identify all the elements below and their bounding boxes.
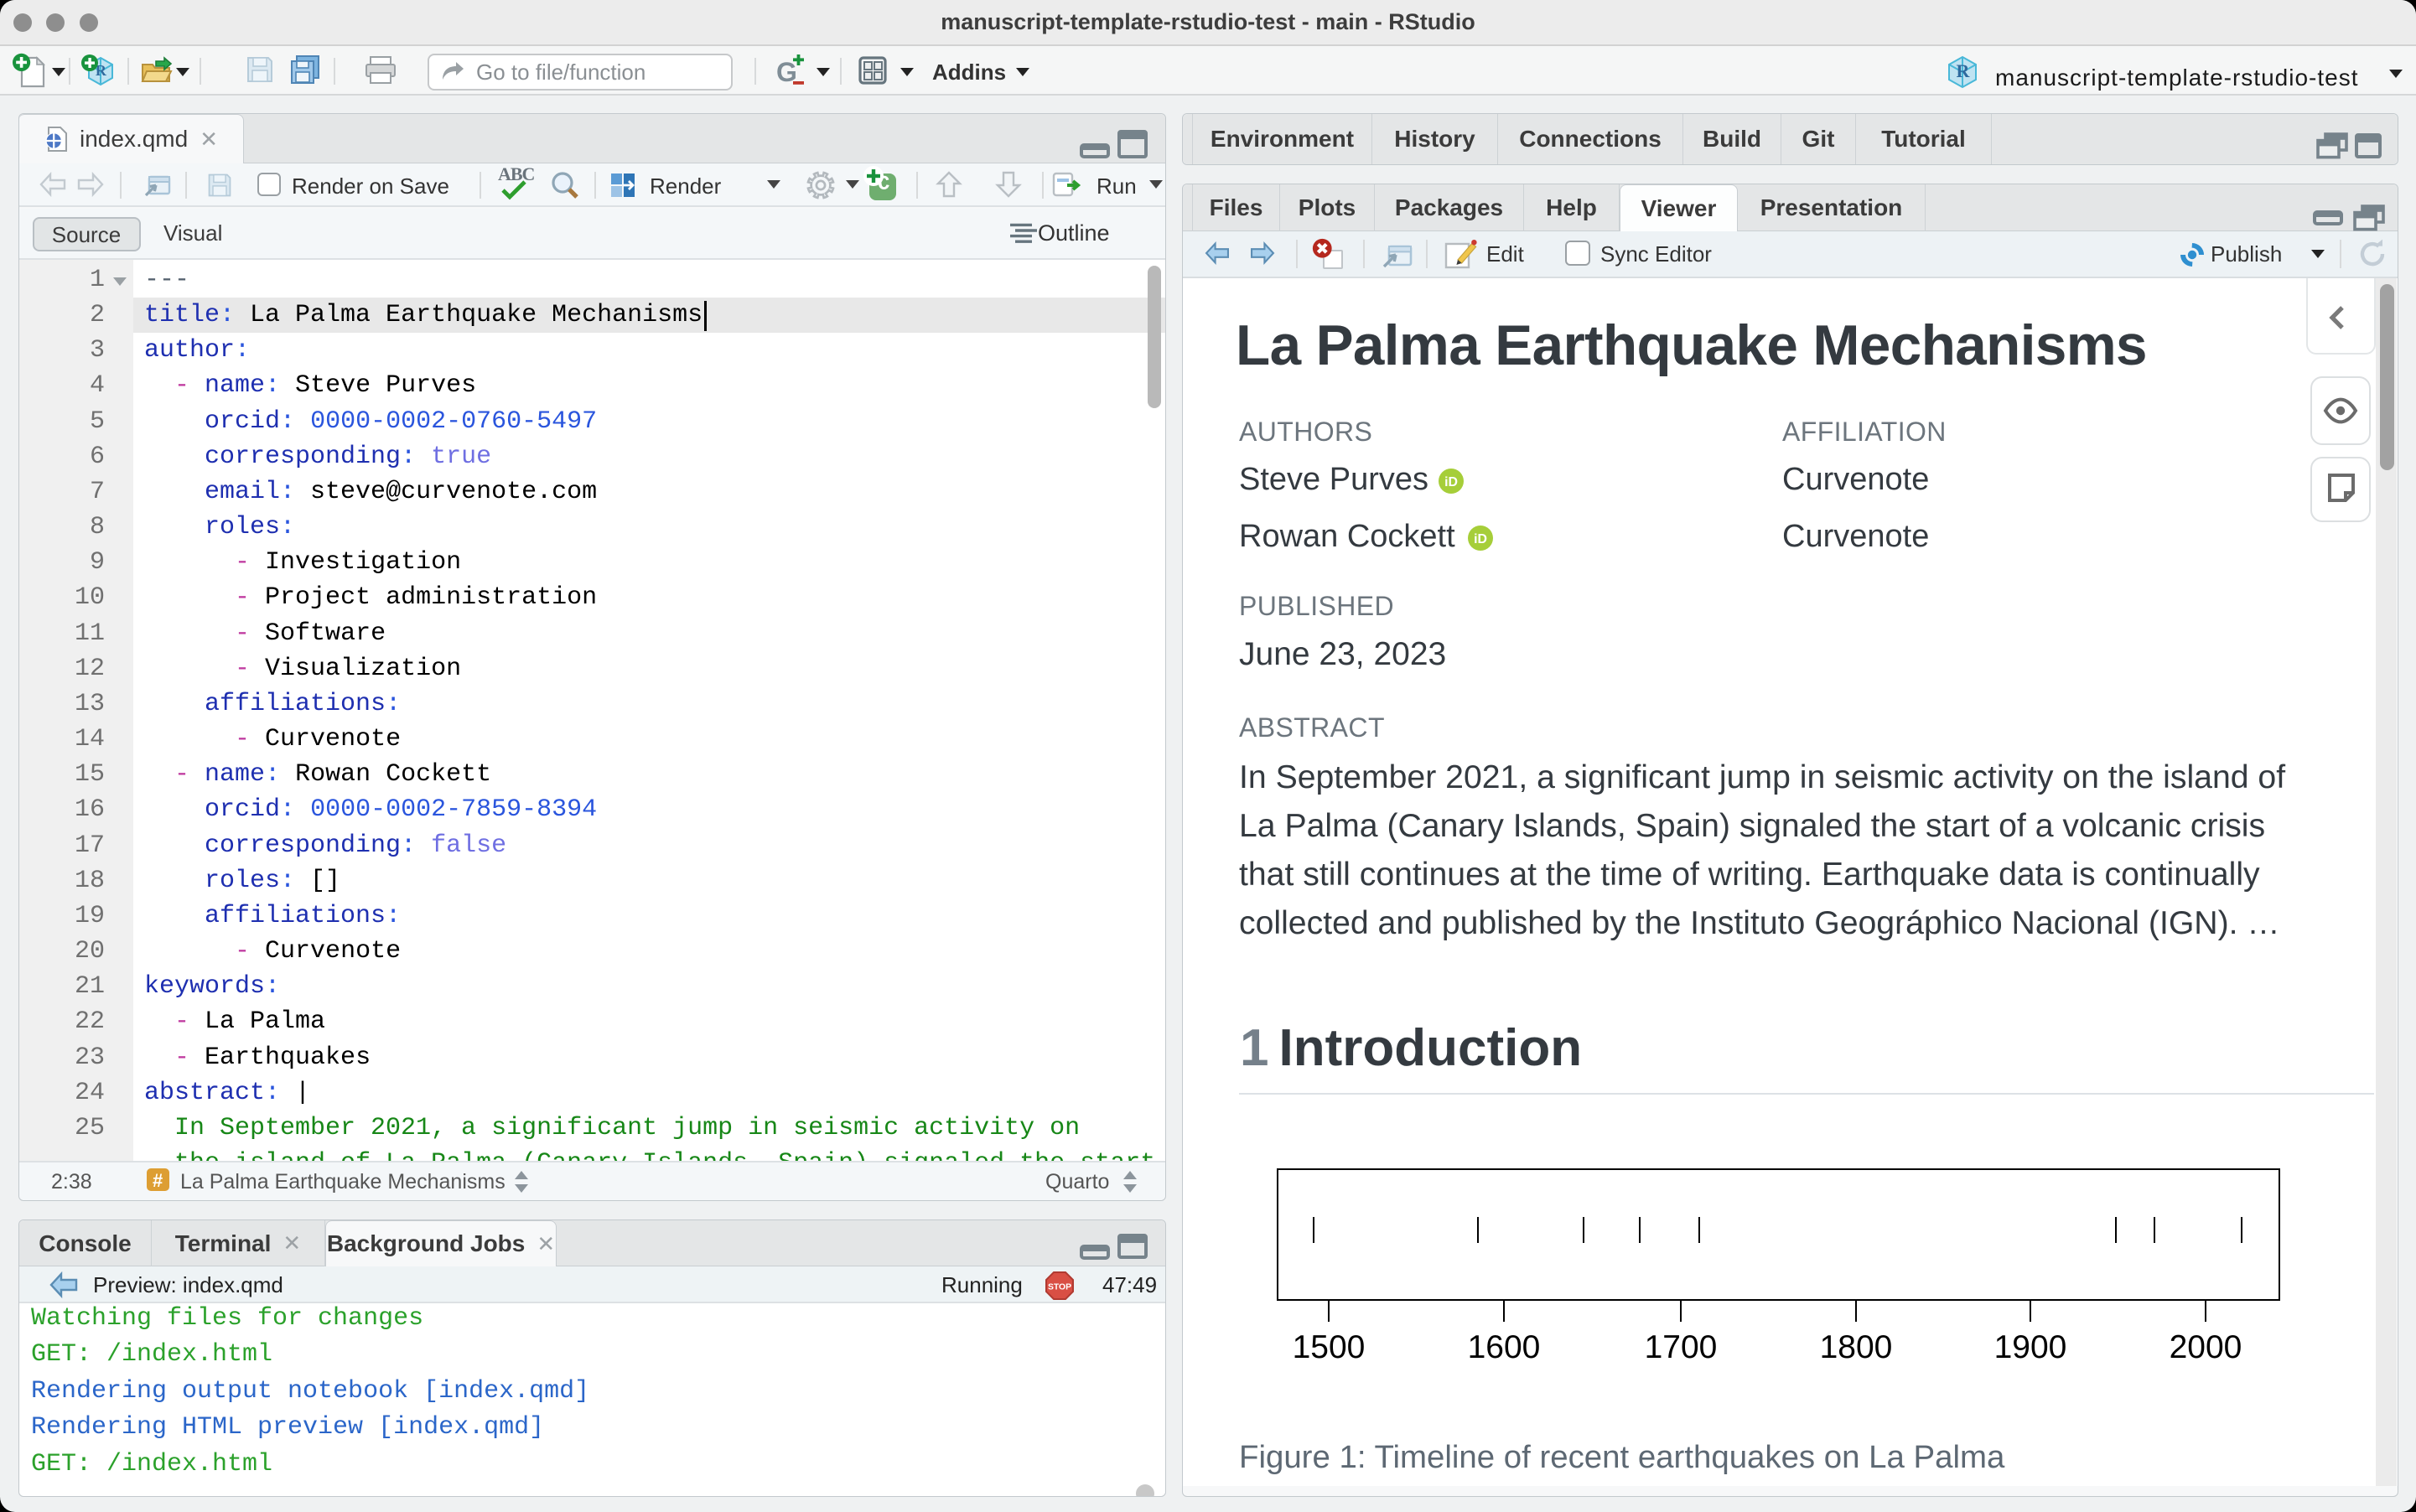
svg-text:STOP: STOP [1048,1282,1071,1292]
svg-text:1600: 1600 [1468,1329,1541,1365]
svg-text:1500: 1500 [1293,1329,1366,1365]
svg-text:iD: iD [1474,532,1487,546]
svg-text:1700: 1700 [1645,1329,1718,1365]
svg-text:R: R [1956,60,1970,81]
svg-text:iD: iD [1444,475,1458,489]
svg-text:1900: 1900 [1994,1329,2067,1365]
svg-text:2000: 2000 [2170,1329,2242,1365]
svg-text:1800: 1800 [1820,1329,1893,1365]
